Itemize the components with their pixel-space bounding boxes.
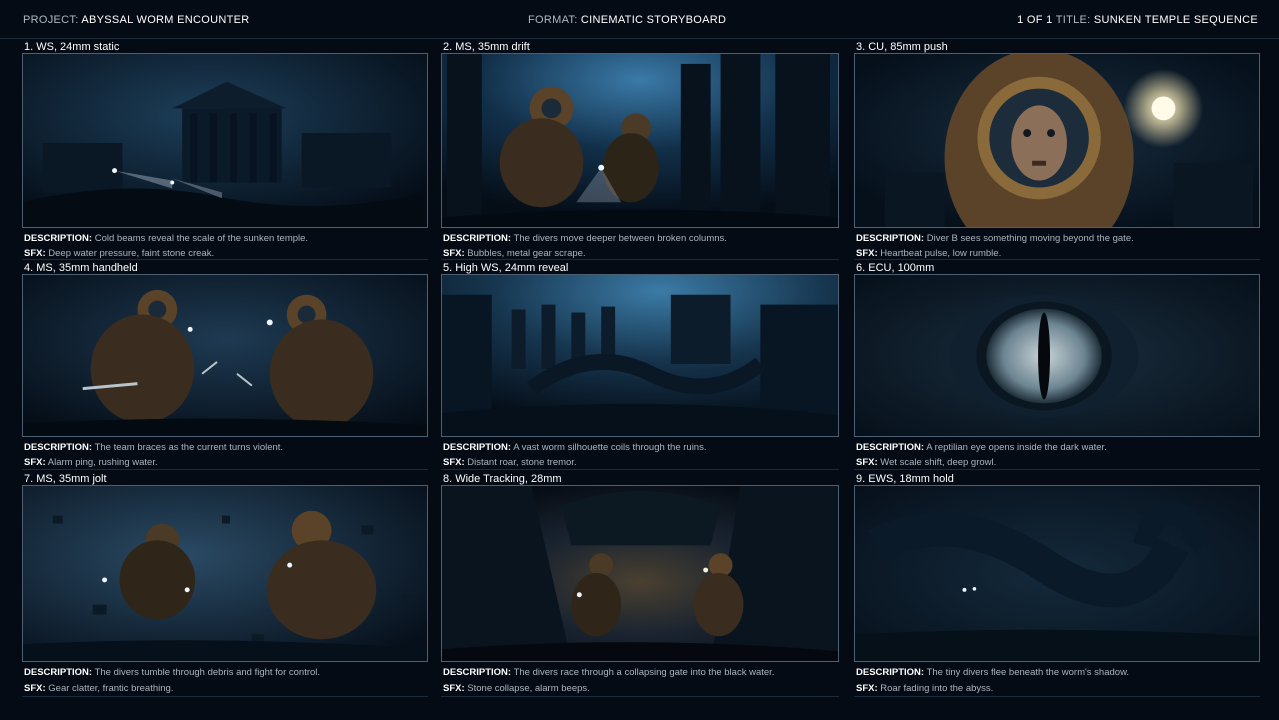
sfx-label: SFX: [24,248,46,259]
panel-image-worm-shadow-abyss [854,485,1260,662]
description-text: The divers move deeper between broken co… [513,233,727,244]
panel-description: DESCRIPTION: Cold beams reveal the scale… [24,233,308,244]
panel-image-divers-race-gate [441,485,839,662]
panel-divider [22,259,428,260]
panel-description: DESCRIPTION: The divers tumble through d… [24,667,320,678]
description-text: A vast worm silhouette coils through the… [513,442,707,453]
panel-description: DESCRIPTION: The divers race through a c… [443,667,774,678]
panel-image-divers-tumble-debris [22,485,428,662]
panel-description: DESCRIPTION: A reptilian eye opens insid… [856,442,1107,453]
description-text: The tiny divers flee beneath the worm's … [926,667,1130,678]
panel-divider [441,469,839,470]
panel-sfx: SFX: Stone collapse, alarm beeps. [443,683,590,694]
shot-label: 7. MS, 35mm jolt [24,473,107,485]
panel-description: DESCRIPTION: A vast worm silhouette coil… [443,442,706,453]
sfx-text: Stone collapse, alarm beeps. [467,683,590,694]
sfx-text: Deep water pressure, faint stone creak. [48,248,215,259]
panel-description: DESCRIPTION: The team braces as the curr… [24,442,283,453]
panel-divider [854,696,1260,697]
sfx-label: SFX: [24,683,46,694]
title-label: TITLE: [1055,14,1091,26]
sequence-title: SUNKEN TEMPLE SEQUENCE [1093,14,1258,26]
panel-image-reptilian-eye [854,274,1260,437]
panel-description: DESCRIPTION: Diver B sees something movi… [856,233,1134,244]
panel-divider [441,259,839,260]
sfx-label: SFX: [443,683,465,694]
shot-label: 9. EWS, 18mm hold [856,473,954,485]
panel-sfx: SFX: Deep water pressure, faint stone cr… [24,248,214,259]
project-label: PROJECT: [23,14,79,26]
storyboard-header: PROJECT: ABYSSAL WORM ENCOUNTER FORMAT: … [0,0,1279,39]
panel-image-worm-silhouette-ruins [441,274,839,437]
panel-divider [441,696,839,697]
panel-sfx: SFX: Bubbles, metal gear scrape. [443,248,586,259]
panel-image-divers-columns [441,53,839,228]
page-counter: 1 OF 1 [1017,14,1053,26]
description-text: A reptilian eye opens inside the dark wa… [926,442,1107,453]
sfx-label: SFX: [856,457,878,468]
description-label: DESCRIPTION: [856,667,925,678]
description-text: Cold beams reveal the scale of the sunke… [94,233,309,244]
sfx-text: Distant roar, stone tremor. [467,457,577,468]
format-value: CINEMATIC STORYBOARD [580,14,727,26]
panel-sfx: SFX: Gear clatter, frantic breathing. [24,683,173,694]
shot-label: 8. Wide Tracking, 28mm [443,473,562,485]
project-name: ABYSSAL WORM ENCOUNTER [81,14,250,26]
panel-sfx: SFX: Alarm ping, rushing water. [24,457,158,468]
shot-label: 4. MS, 35mm handheld [24,262,138,274]
description-label: DESCRIPTION: [443,233,512,244]
panel-description: DESCRIPTION: The divers move deeper betw… [443,233,727,244]
description-label: DESCRIPTION: [24,667,93,678]
description-text: The divers tumble through debris and fig… [94,667,321,678]
shot-label: 2. MS, 35mm drift [443,41,530,53]
project-info: PROJECT: ABYSSAL WORM ENCOUNTER [23,14,250,26]
description-text: The team braces as the current turns vio… [94,442,284,453]
shot-label: 5. High WS, 24mm reveal [443,262,569,274]
sfx-label: SFX: [443,248,465,259]
description-label: DESCRIPTION: [856,233,925,244]
title-info: 1 OF 1 TITLE: SUNKEN TEMPLE SEQUENCE [1017,14,1258,26]
description-label: DESCRIPTION: [24,233,93,244]
sfx-text: Gear clatter, frantic breathing. [48,683,174,694]
panel-sfx: SFX: Distant roar, stone tremor. [443,457,577,468]
shot-label: 3. CU, 85mm push [856,41,948,53]
format-info: FORMAT: CINEMATIC STORYBOARD [528,14,726,26]
sfx-text: Heartbeat pulse, low rumble. [880,248,1002,259]
panel-divider [854,469,1260,470]
description-label: DESCRIPTION: [24,442,93,453]
sfx-label: SFX: [856,248,878,259]
panel-image-diver-helmet-closeup [854,53,1260,228]
sfx-text: Bubbles, metal gear scrape. [467,248,586,259]
panel-divider [22,469,428,470]
panel-sfx: SFX: Roar fading into the abyss. [856,683,993,694]
description-label: DESCRIPTION: [443,442,512,453]
sfx-label: SFX: [24,457,46,468]
panel-sfx: SFX: Wet scale shift, deep growl. [856,457,996,468]
panel-image-team-bracing [22,274,428,437]
sfx-text: Roar fading into the abyss. [880,683,994,694]
sfx-label: SFX: [443,457,465,468]
description-text: The divers race through a collapsing gat… [513,667,775,678]
description-label: DESCRIPTION: [443,667,512,678]
sfx-text: Wet scale shift, deep growl. [880,457,997,468]
shot-label: 6. ECU, 100mm [856,262,935,274]
panel-sfx: SFX: Heartbeat pulse, low rumble. [856,248,1001,259]
panel-image-temple-wide [22,53,428,228]
panel-description: DESCRIPTION: The tiny divers flee beneat… [856,667,1129,678]
panel-divider [854,259,1260,260]
sfx-text: Alarm ping, rushing water. [47,457,158,468]
description-text: Diver B sees something moving beyond the… [926,233,1134,244]
sfx-label: SFX: [856,683,878,694]
description-label: DESCRIPTION: [856,442,925,453]
panel-divider [22,696,428,697]
format-label: FORMAT: [528,14,578,26]
shot-label: 1. WS, 24mm static [24,41,120,53]
